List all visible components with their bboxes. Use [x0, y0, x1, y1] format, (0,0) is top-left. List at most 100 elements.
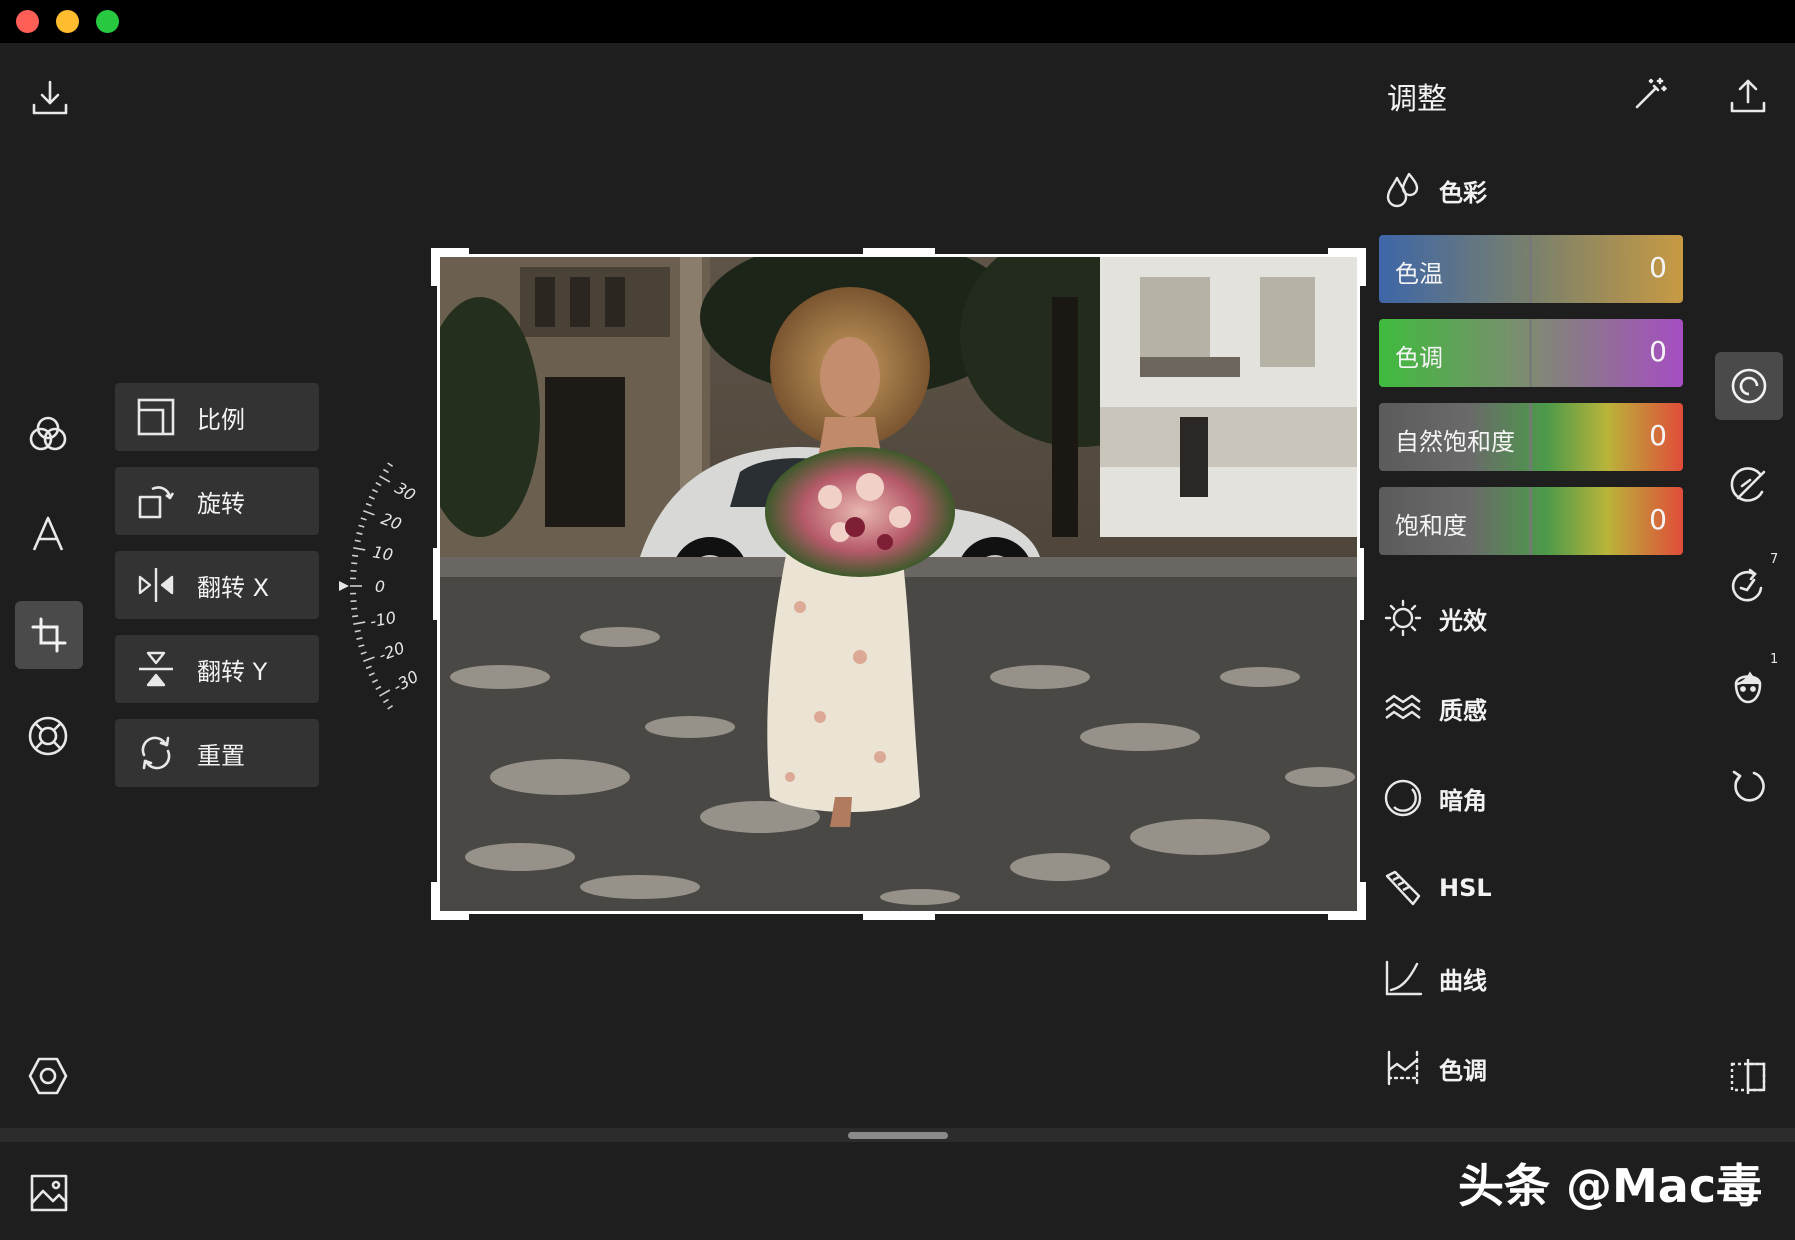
dial-tick: [356, 637, 363, 640]
dial-tick: [353, 621, 366, 625]
dial-tick: [382, 468, 389, 474]
crop-ratio-button[interactable]: 比例: [115, 383, 319, 451]
dial-tick: [365, 502, 372, 507]
saturation-slider[interactable]: 饱和度 0: [1379, 487, 1683, 555]
crop-ratio-label: 比例: [197, 405, 245, 434]
crop-reset-button[interactable]: 重置: [115, 719, 319, 787]
crop-tool-icon[interactable]: [15, 601, 83, 669]
dial-tick: [351, 615, 359, 618]
dial-tick: [365, 665, 372, 670]
dial-tick: [368, 672, 375, 677]
crop-handle-top-left-v[interactable]: [431, 248, 439, 286]
light-section-header[interactable]: 光效: [1381, 598, 1487, 638]
zoom-window-button[interactable]: [96, 10, 119, 33]
crop-handle-top-right-v[interactable]: [1358, 248, 1366, 286]
dial-tick: [387, 462, 394, 467]
color-filters-icon[interactable]: [22, 408, 74, 460]
slider-center-mark: [1529, 235, 1532, 303]
dial-tick: [368, 495, 375, 500]
dial-tick: [358, 644, 365, 648]
tint-value: 0: [1649, 335, 1667, 368]
crop-flip-x-label: 翻转 X: [197, 573, 270, 602]
vibrance-value: 0: [1649, 419, 1667, 452]
close-window-button[interactable]: [16, 10, 39, 33]
color-section-label: 色彩: [1439, 178, 1487, 207]
crop-handle-left[interactable]: [433, 548, 439, 620]
lifebuoy-icon[interactable]: [22, 710, 74, 762]
vibrance-slider[interactable]: 自然饱和度 0: [1379, 403, 1683, 471]
undo-icon[interactable]: [1722, 760, 1774, 812]
dial-tick: [360, 651, 367, 655]
rotate-icon: [115, 481, 197, 521]
dial-tick: [375, 481, 382, 487]
vibrance-label: 自然饱和度: [1395, 428, 1515, 456]
hsl-section-label: HSL: [1439, 874, 1492, 902]
saturation-label: 饱和度: [1395, 512, 1467, 540]
export-icon[interactable]: [1722, 70, 1774, 122]
window-titlebar: [0, 0, 1795, 43]
split-tone-section-header[interactable]: 色调: [1381, 1048, 1487, 1088]
crop-options-menu: 比例 旋转 翻转 X 翻转 Y 重置: [115, 383, 319, 803]
crop-handle-bottom-right-v[interactable]: [1358, 882, 1366, 920]
dial-label: -10: [368, 608, 397, 631]
photo-canvas[interactable]: [437, 254, 1360, 914]
dial-tick: [351, 607, 358, 610]
waves-icon: [1381, 688, 1425, 728]
dial-tick: [371, 679, 379, 684]
aspect-ratio-icon: [115, 397, 197, 437]
crop-flip-y-label: 翻转 Y: [197, 657, 268, 686]
curves-section-header[interactable]: 曲线: [1381, 958, 1487, 998]
vignette-section-header[interactable]: 暗角: [1381, 778, 1487, 818]
crop-flip-y-button[interactable]: 翻转 Y: [115, 635, 319, 703]
dial-label: 30: [392, 478, 419, 505]
adjust-spiral-icon[interactable]: [1715, 352, 1783, 420]
dial-label: 20: [379, 509, 405, 534]
color-section-header[interactable]: 色彩: [1381, 170, 1487, 210]
settings-hexagon-icon[interactable]: [22, 1050, 74, 1102]
panel-resize-handle[interactable]: [848, 1132, 948, 1139]
vignette-section-label: 暗角: [1439, 786, 1487, 815]
dial-tick: [379, 689, 391, 697]
sun-icon: [1381, 598, 1425, 638]
crop-handle-right[interactable]: [1358, 548, 1364, 620]
texture-section-label: 质感: [1439, 696, 1487, 725]
adjust-panel-title: 调整: [1387, 82, 1447, 117]
tint-slider[interactable]: 色调 0: [1379, 319, 1683, 387]
curves-section-label: 曲线: [1439, 966, 1487, 995]
temperature-label: 色温: [1395, 260, 1443, 288]
text-tool-icon[interactable]: [22, 508, 74, 560]
flip-horizontal-icon: [115, 565, 197, 605]
face-retouch-icon[interactable]: [1722, 660, 1774, 712]
dial-tick: [353, 547, 366, 551]
texture-section-header[interactable]: 质感: [1381, 688, 1487, 728]
download-icon[interactable]: [24, 72, 76, 124]
compare-split-icon[interactable]: [1722, 1050, 1774, 1102]
brush-mask-icon[interactable]: [1722, 460, 1774, 512]
dial-label: -20: [376, 638, 407, 665]
hsl-brush-icon: [1381, 868, 1425, 908]
crop-handle-top[interactable]: [863, 248, 935, 254]
crop-handle-bottom[interactable]: [863, 914, 935, 920]
tone-split-icon: [1381, 1048, 1425, 1088]
crop-rotate-button[interactable]: 旋转: [115, 467, 319, 535]
crop-handle-bottom-left-v[interactable]: [431, 882, 439, 920]
dial-tick: [360, 517, 367, 521]
reset-icon: [115, 733, 197, 773]
dial-tick: [382, 698, 389, 704]
image-browser-icon[interactable]: [24, 1168, 74, 1218]
rotation-indicator-arrow: [339, 581, 349, 591]
light-section-label: 光效: [1439, 606, 1487, 635]
history-edit-icon[interactable]: [1722, 560, 1774, 612]
minimize-window-button[interactable]: [56, 10, 79, 33]
crop-reset-label: 重置: [197, 741, 245, 770]
dial-tick: [379, 475, 391, 483]
dial-tick: [356, 532, 363, 535]
crop-flip-x-button[interactable]: 翻转 X: [115, 551, 319, 619]
temperature-slider[interactable]: 色温 0: [1379, 235, 1683, 303]
watermark-text: 头条 @Mac毒: [1458, 1159, 1763, 1213]
dial-tick: [363, 656, 375, 662]
hsl-section-header[interactable]: HSL: [1381, 868, 1492, 908]
dial-label: 10: [371, 542, 394, 564]
magic-wand-icon[interactable]: [1628, 72, 1672, 116]
tint-label: 色调: [1395, 344, 1443, 372]
